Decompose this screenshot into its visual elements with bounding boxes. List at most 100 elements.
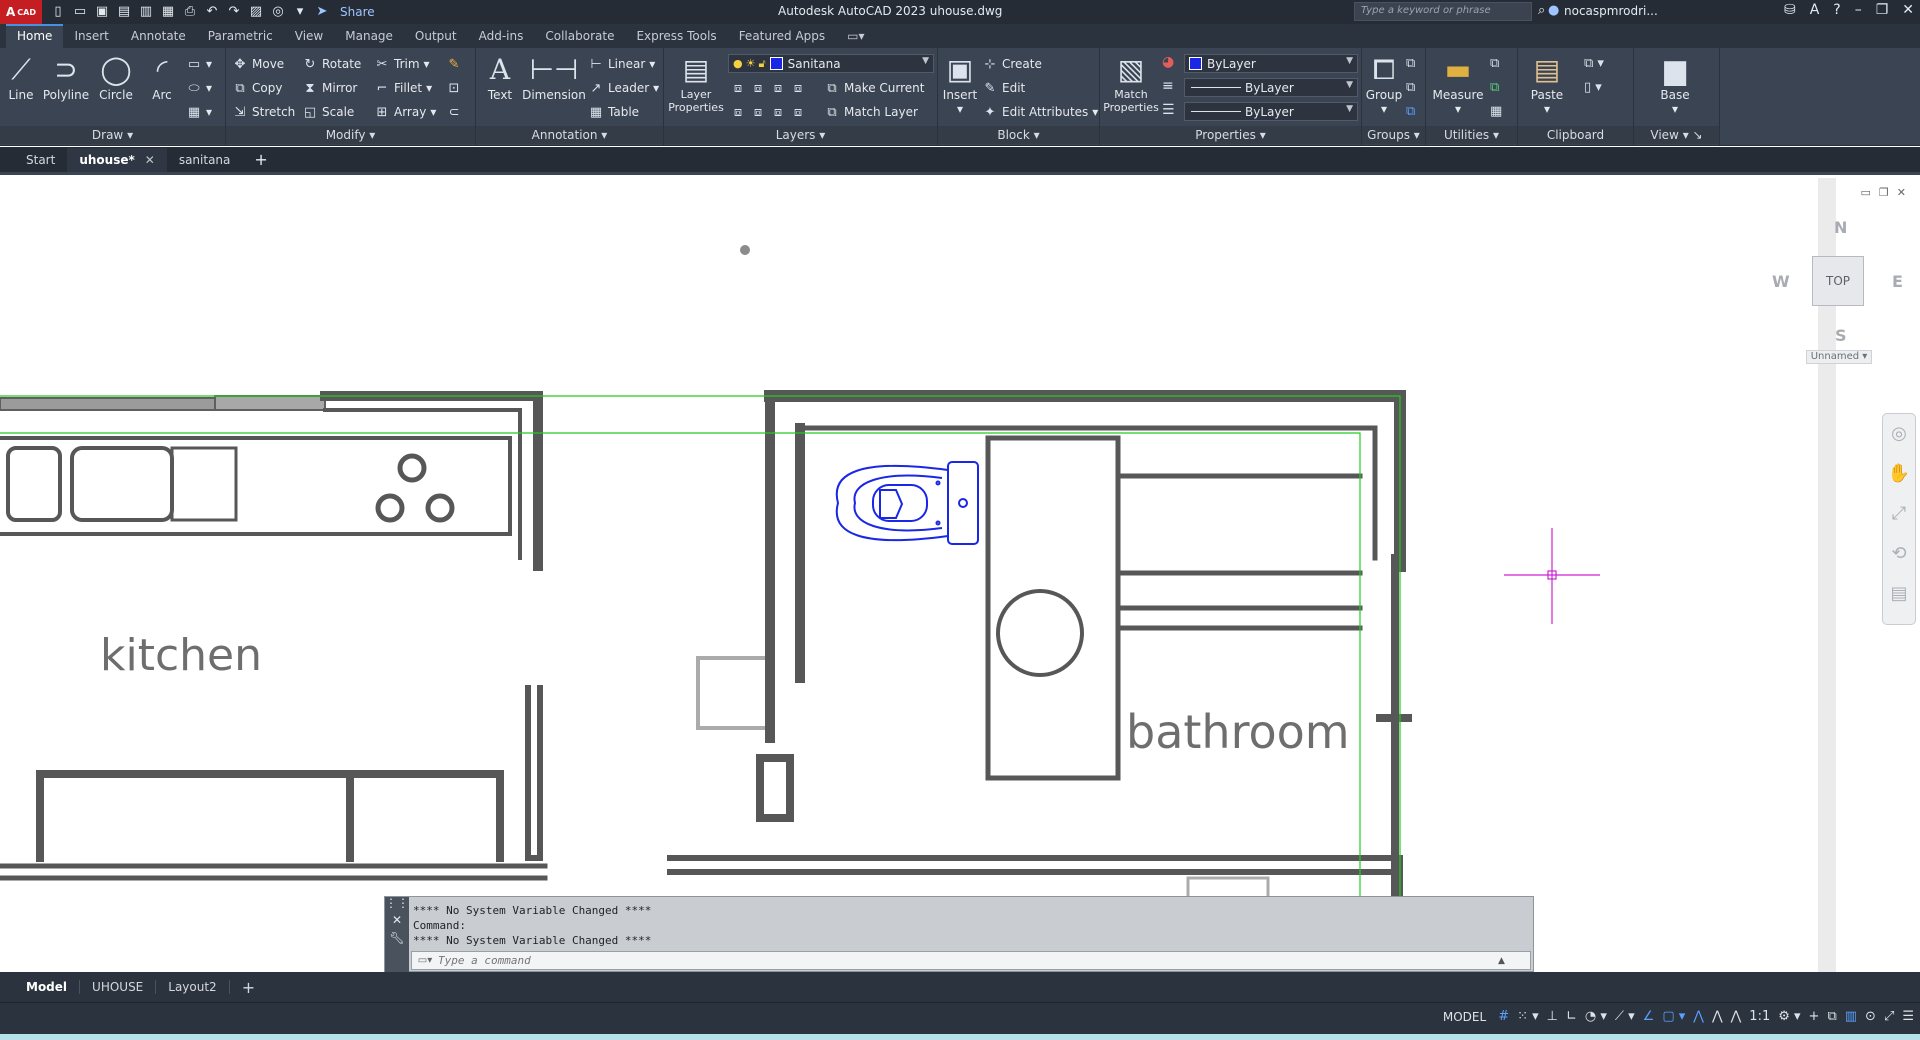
rectangle-button[interactable]: ▭ ▾ xyxy=(186,54,212,74)
tab-collaborate[interactable]: Collaborate xyxy=(534,24,625,48)
pan-hand-icon[interactable]: ✋ xyxy=(1883,454,1915,494)
ortho-icon[interactable]: ∟ xyxy=(1566,1009,1577,1024)
viewcube-top-face[interactable]: TOP xyxy=(1812,256,1864,306)
help-icon[interactable]: ? xyxy=(1833,2,1840,18)
close-icon[interactable]: ✕ xyxy=(1902,2,1914,18)
layer-unisolate-icon[interactable]: ⧈ xyxy=(730,105,746,120)
explode-button[interactable]: ⊡ xyxy=(446,78,462,98)
save-icon[interactable]: ▣ xyxy=(94,4,110,20)
scale-button[interactable]: ◱ Scale xyxy=(302,102,354,122)
quick-select-icon[interactable]: ⧉ xyxy=(1490,56,1499,71)
circle-button[interactable]: ◯ Circle xyxy=(92,52,140,102)
panel-title-view[interactable]: View ▾ ↘ xyxy=(1634,126,1719,144)
expand-history-icon[interactable]: ▲ xyxy=(1498,956,1505,966)
tab-parametric[interactable]: Parametric xyxy=(197,24,284,48)
add-icon[interactable]: + xyxy=(1809,1009,1820,1024)
panel-title-draw[interactable]: Draw ▾ xyxy=(0,126,225,144)
layer-thaw-icon[interactable]: ⧈ xyxy=(770,105,786,120)
layout-tab-uhouse[interactable]: UHOUSE xyxy=(80,980,157,994)
copy-clip-icon[interactable]: ⧉ ▾ xyxy=(1584,56,1604,71)
isolate-objects-icon[interactable]: ⧉ xyxy=(1827,1009,1836,1024)
leader-button[interactable]: ↗ Leader ▾ xyxy=(588,78,660,98)
doc-tab-start[interactable]: Start xyxy=(14,148,67,172)
copy-button[interactable]: ⧉ Copy xyxy=(232,78,282,98)
edit-block-button[interactable]: ✎ Edit xyxy=(982,78,1026,98)
customize-wrench-icon[interactable]: 🔧︎ xyxy=(385,929,409,947)
app-logo[interactable]: A CAD xyxy=(0,0,42,24)
calculator-icon[interactable]: ▦ xyxy=(1490,104,1502,119)
arc-button[interactable]: ◜ Arc xyxy=(140,52,184,102)
annotation-scale-icon[interactable]: ⋀ xyxy=(1731,1009,1742,1024)
match-properties-button[interactable]: ▧ Match Properties xyxy=(1102,52,1160,114)
snap-icon[interactable]: ⁙ ▾ xyxy=(1517,1009,1539,1024)
dimension-button[interactable]: ⊢⊣ Dimension xyxy=(522,52,586,102)
group-select-icon[interactable]: ⧉ xyxy=(1406,104,1415,119)
layer-properties-button[interactable]: ▤ Layer Properties xyxy=(666,52,726,114)
rotate-button[interactable]: ↻ Rotate xyxy=(302,54,362,74)
viewcube-north[interactable]: N xyxy=(1834,218,1847,237)
base-button[interactable]: ▆ Base ▾ xyxy=(1650,52,1700,116)
viewport-restore-icon[interactable]: ❐ xyxy=(1879,186,1889,199)
grip-icon[interactable]: ⋮⋮ xyxy=(385,897,409,911)
select-all-icon[interactable]: ⧉ xyxy=(1490,80,1499,95)
tab-output[interactable]: Output xyxy=(404,24,468,48)
viewcube[interactable]: N W E S TOP Unnamed ▾ xyxy=(1760,208,1910,368)
trim-button[interactable]: ✂ Trim ▾ xyxy=(374,54,430,74)
isodraft-icon[interactable]: ⟋ ▾ xyxy=(1615,1009,1635,1024)
text-button[interactable]: A Text xyxy=(478,52,522,102)
panel-title-properties[interactable]: Properties ▾ xyxy=(1100,126,1361,144)
panel-title-block[interactable]: Block ▾ xyxy=(938,126,1099,144)
close-command-icon[interactable]: ✕ xyxy=(385,911,409,929)
layer-freeze-tool-icon[interactable]: ⧈ xyxy=(770,81,786,96)
viewport-minimize-icon[interactable]: ▭ xyxy=(1861,186,1871,199)
hatch-button[interactable]: ▦ ▾ xyxy=(186,102,212,122)
ungroup-icon[interactable]: ⧉ xyxy=(1406,56,1415,71)
layer-isolate-icon[interactable]: ⧈ xyxy=(730,81,746,96)
tab-add-ins[interactable]: Add-ins xyxy=(468,24,535,48)
tab-view[interactable]: View xyxy=(284,24,334,48)
offset-button[interactable]: ⊂ xyxy=(446,102,462,122)
redo-icon[interactable]: ↷ xyxy=(226,4,242,20)
fillet-button[interactable]: ⌐ Fillet ▾ xyxy=(374,78,433,98)
cart-icon[interactable]: ⛁ xyxy=(1784,2,1796,18)
paste-button[interactable]: ▤ Paste ▾ xyxy=(1522,52,1572,116)
polyline-button[interactable]: ⊃ Polyline xyxy=(40,52,92,102)
model-space-toggle[interactable]: MODEL xyxy=(1443,1010,1486,1024)
linear-button[interactable]: ⊢ Linear ▾ xyxy=(588,54,655,74)
ucs-dropdown[interactable]: Unnamed ▾ xyxy=(1806,350,1872,364)
object-snap-tracking-icon[interactable]: ∠ xyxy=(1643,1009,1655,1024)
measure-button[interactable]: ▬ Measure ▾ xyxy=(1430,52,1486,116)
save-web-icon[interactable]: ▦ xyxy=(160,4,176,20)
layer-on-tool-icon[interactable]: ⧈ xyxy=(750,105,766,120)
move-button[interactable]: ✥ Move xyxy=(232,54,285,74)
panel-title-annotation[interactable]: Annotation ▾ xyxy=(476,126,663,144)
table-button[interactable]: ▦ Table xyxy=(588,102,639,122)
erase-button[interactable]: ✎ xyxy=(446,54,462,74)
grid-icon[interactable]: # xyxy=(1498,1009,1509,1024)
tab-annotate[interactable]: Annotate xyxy=(120,24,197,48)
group-edit-icon[interactable]: ⧉ xyxy=(1406,80,1415,95)
polar-tracking-icon[interactable]: ◔ ▾ xyxy=(1585,1009,1607,1024)
layer-lock-tool-icon[interactable]: ⧈ xyxy=(790,81,806,96)
orbit-icon[interactable]: ⟲ xyxy=(1883,534,1915,574)
customize-icon[interactable]: ▾ xyxy=(292,4,308,20)
infer-constraints-icon[interactable]: ⊥ xyxy=(1547,1009,1558,1024)
new-tab-icon[interactable]: + xyxy=(242,148,279,172)
plot-icon[interactable]: ▨ xyxy=(248,4,264,20)
tab-manage[interactable]: Manage xyxy=(334,24,404,48)
new-layout-icon[interactable]: + xyxy=(230,978,267,997)
match-layer-button[interactable]: ⧉ Match Layer xyxy=(824,102,918,122)
layout-tab-model[interactable]: Model xyxy=(14,980,81,994)
restore-icon[interactable]: ❐ xyxy=(1876,2,1889,18)
auto-scale-icon[interactable]: ⋀ xyxy=(1712,1009,1723,1024)
tab-featured-apps[interactable]: Featured Apps xyxy=(728,24,836,48)
linetype-dropdown[interactable]: ByLayer ▼ xyxy=(1184,78,1358,97)
print-icon[interactable]: ⎙ xyxy=(182,4,198,20)
edit-attributes-button[interactable]: ✦ Edit Attributes ▾ xyxy=(982,102,1099,122)
open-folder-icon[interactable]: ▭ xyxy=(72,4,88,20)
tab-home[interactable]: Home xyxy=(6,24,64,48)
panel-title-layers[interactable]: Layers ▾ xyxy=(664,126,937,144)
minimize-icon[interactable]: – xyxy=(1855,2,1862,18)
command-input[interactable] xyxy=(438,954,1498,967)
tab-express-tools[interactable]: Express Tools xyxy=(625,24,727,48)
